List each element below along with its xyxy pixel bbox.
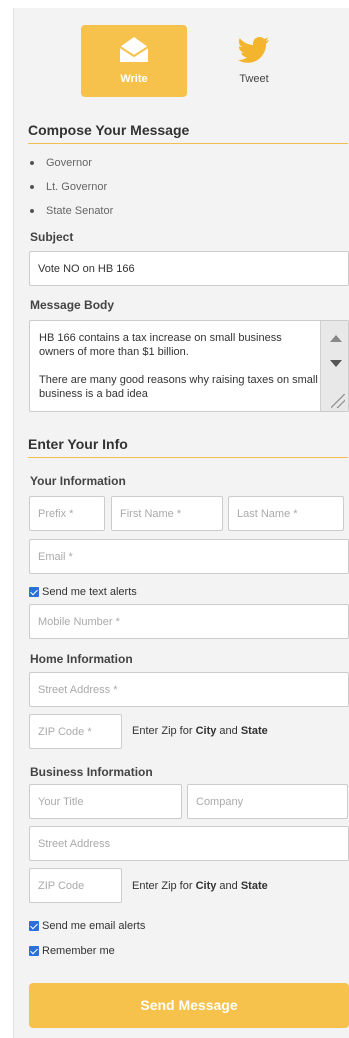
zip-hint-text: Enter Zip for xyxy=(132,725,196,737)
message-body-textarea[interactable]: HB 166 contains a tax increase on small … xyxy=(29,320,349,412)
subject-input[interactable] xyxy=(29,251,349,286)
resize-grip-icon[interactable] xyxy=(331,394,345,408)
prefix-input[interactable] xyxy=(29,496,105,531)
business-information-label: Business Information xyxy=(30,765,153,779)
remember-me-checkbox-row[interactable]: Remember me xyxy=(29,945,115,957)
zip-hint-state: State xyxy=(240,725,268,737)
zip-hint-city: City xyxy=(195,880,217,892)
subject-label: Subject xyxy=(30,230,74,244)
text-alerts-label: Send me text alerts xyxy=(42,586,137,598)
twitter-bird-icon xyxy=(237,37,269,63)
message-body-paragraph: HB 166 contains a tax increase on small … xyxy=(39,332,282,358)
company-input[interactable] xyxy=(187,784,348,819)
zip-hint-and: and xyxy=(216,880,241,892)
zip-hint-text: Enter Zip for xyxy=(132,880,196,892)
text-alerts-checkbox-row[interactable]: Send me text alerts xyxy=(29,586,137,598)
first-name-input[interactable] xyxy=(111,496,223,531)
info-section-title: Enter Your Info xyxy=(28,436,348,458)
message-body-label: Message Body xyxy=(30,298,115,312)
business-zip-input[interactable] xyxy=(29,868,122,903)
your-title-input[interactable] xyxy=(29,784,182,819)
scroll-down-arrow-icon[interactable] xyxy=(330,360,342,367)
tweet-mode-button[interactable]: Tweet xyxy=(201,25,307,97)
write-mode-label: Write xyxy=(120,73,148,85)
zip-hint-state: State xyxy=(240,880,268,892)
your-information-label: Your Information xyxy=(30,474,126,488)
action-panel: Write Tweet Compose Your Message Governo… xyxy=(13,8,349,1038)
business-street-input[interactable] xyxy=(29,826,349,861)
recipient-item: Governor xyxy=(26,151,113,175)
compose-section-title: Compose Your Message xyxy=(28,122,348,144)
remember-me-label: Remember me xyxy=(42,945,115,957)
scroll-up-arrow-icon[interactable] xyxy=(330,335,342,342)
write-mode-button[interactable]: Write xyxy=(81,25,187,97)
send-message-button[interactable]: Send Message xyxy=(29,983,349,1028)
remember-me-checkbox[interactable] xyxy=(29,946,39,956)
mobile-number-input[interactable] xyxy=(29,604,349,639)
recipient-item: Lt. Governor xyxy=(26,175,113,199)
message-body-text: HB 166 contains a tax increase on small … xyxy=(39,331,319,411)
email-alerts-checkbox[interactable] xyxy=(29,921,39,931)
home-zip-hint: Enter Zip for City and State xyxy=(132,725,268,737)
last-name-input[interactable] xyxy=(228,496,344,531)
envelope-icon xyxy=(119,37,149,62)
recipient-item: State Senator xyxy=(26,199,113,223)
recipient-list: Governor Lt. Governor State Senator xyxy=(26,151,113,223)
email-input[interactable] xyxy=(29,539,349,574)
home-zip-input[interactable] xyxy=(29,714,122,749)
home-street-input[interactable] xyxy=(29,672,349,707)
tweet-mode-label: Tweet xyxy=(239,73,269,85)
business-zip-hint: Enter Zip for City and State xyxy=(132,880,268,892)
email-alerts-label: Send me email alerts xyxy=(42,920,146,932)
home-information-label: Home Information xyxy=(30,652,133,666)
zip-hint-city: City xyxy=(195,725,217,737)
text-alerts-checkbox[interactable] xyxy=(29,587,39,597)
message-body-paragraph: There are many good reasons why raising … xyxy=(39,374,318,400)
zip-hint-and: and xyxy=(216,725,241,737)
email-alerts-checkbox-row[interactable]: Send me email alerts xyxy=(29,920,145,932)
